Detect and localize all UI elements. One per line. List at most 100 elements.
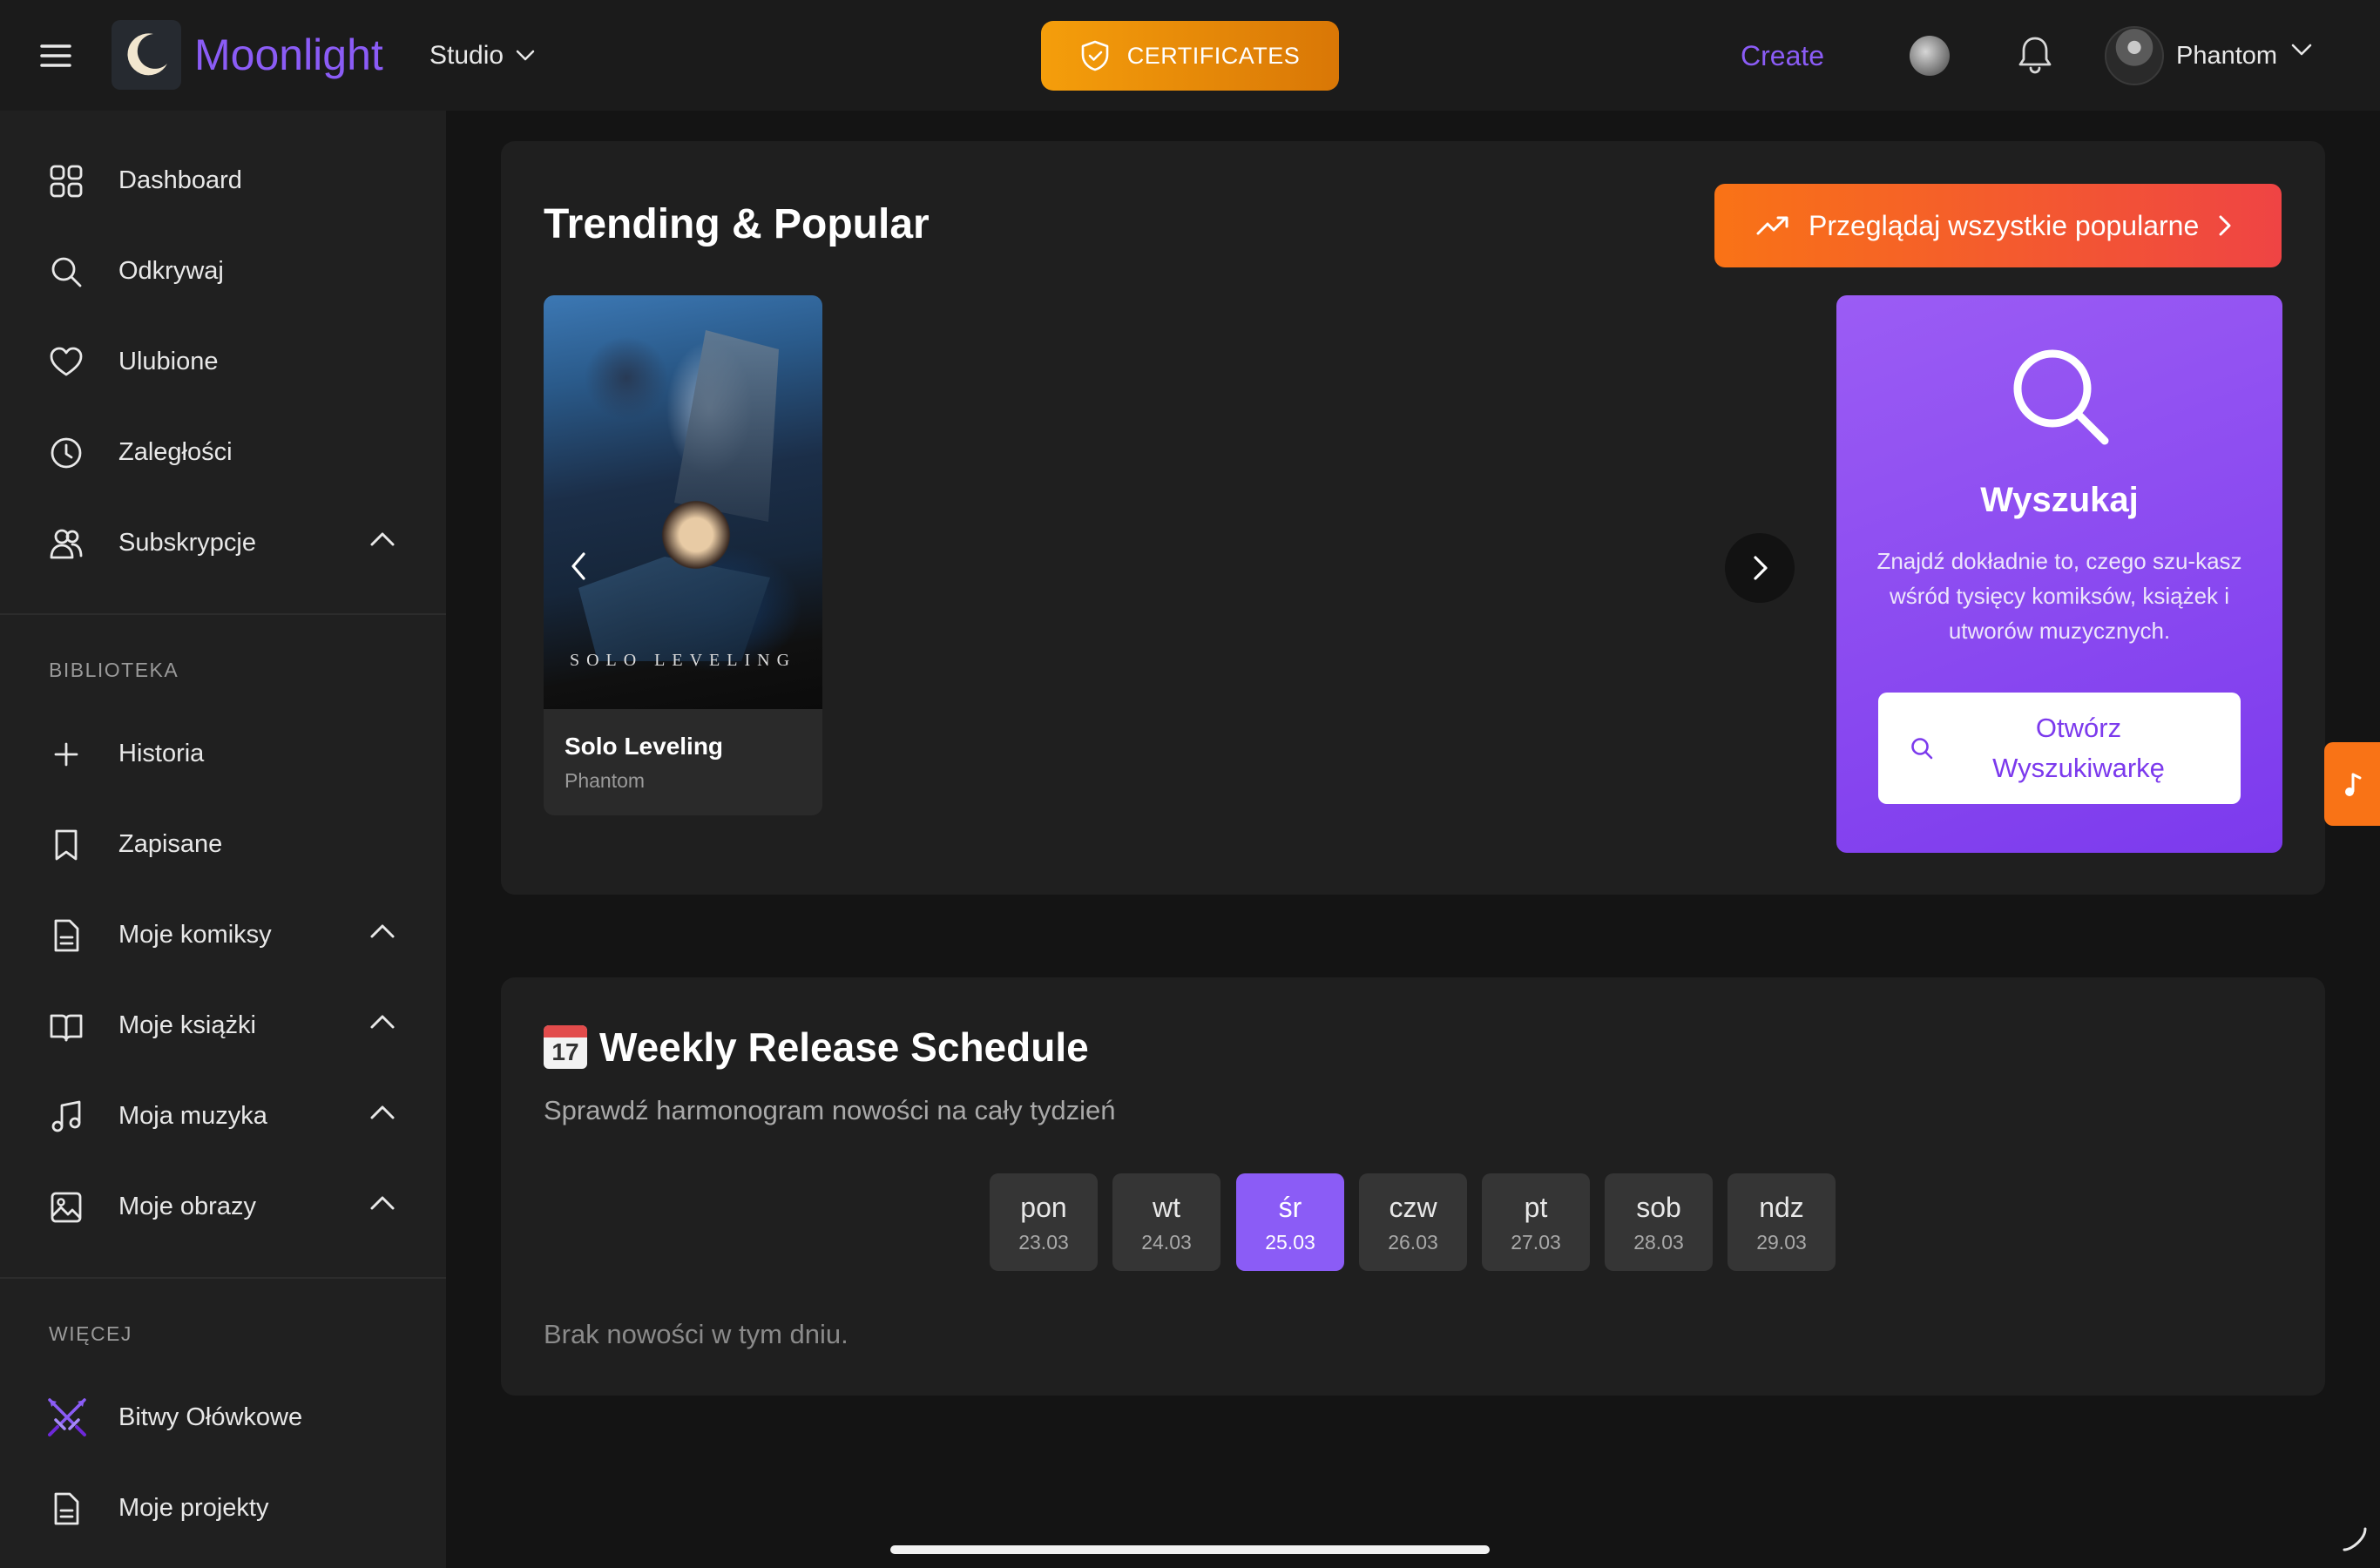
day-tab-sob[interactable]: sob 28.03 <box>1605 1173 1713 1271</box>
sidebar-item-ulubione[interactable]: Ulubione <box>0 322 446 401</box>
sidebar-item-zaleglosci[interactable]: Zaległości <box>0 413 446 491</box>
certificates-label: CERTIFICATES <box>1126 42 1301 69</box>
sidebar-item-odkrywaj[interactable]: Odkrywaj <box>0 232 446 310</box>
brand-name[interactable]: Moonlight <box>194 26 383 84</box>
theme-moon-icon[interactable] <box>1910 36 1950 76</box>
avatar[interactable] <box>2105 26 2164 85</box>
crossed-swords-icon <box>48 1398 86 1436</box>
search-icon <box>1911 738 1933 760</box>
certificates-button[interactable]: CERTIFICATES <box>1041 21 1339 91</box>
studio-dropdown[interactable]: Studio <box>429 37 535 75</box>
sidebar-item-label: Moje książki <box>118 1011 256 1039</box>
user-name[interactable]: Phantom <box>2176 38 2277 73</box>
open-search-button[interactable]: Otwórz Wyszukiwarkę <box>1878 693 2241 804</box>
heart-icon <box>50 347 83 376</box>
day-name: pon <box>1020 1192 1067 1223</box>
chevron-down-icon[interactable] <box>2291 44 2312 57</box>
sidebar-item-label: Dashboard <box>118 166 242 194</box>
browse-popular-button[interactable]: Przeglądaj wszystkie popularne <box>1714 184 2282 267</box>
sidebar-item-moje-komiksy[interactable]: Moje komiksy <box>0 896 446 974</box>
chevron-up-icon[interactable] <box>369 1104 396 1121</box>
music-player-tab[interactable] <box>2324 742 2380 826</box>
day-name: czw <box>1389 1192 1437 1223</box>
sidebar-item-moje-obrazy[interactable]: Moje obrazy <box>0 1167 446 1246</box>
cover-figure <box>657 496 735 574</box>
weekly-schedule-subtitle: Sprawdź harmonogram nowości na cały tydz… <box>544 1095 1116 1125</box>
moon-logo-icon[interactable] <box>112 20 181 90</box>
day-tab-sr[interactable]: śr 25.03 <box>1236 1173 1344 1271</box>
sidebar-item-moja-muzyka[interactable]: Moja muzyka <box>0 1077 446 1155</box>
weekly-schedule-title: 17 Weekly Release Schedule <box>544 1021 1089 1073</box>
cover-figure <box>674 330 779 522</box>
book-icon <box>50 1014 83 1042</box>
grid-icon <box>50 165 83 198</box>
cover-figure <box>578 557 770 661</box>
bell-icon[interactable] <box>2016 35 2054 75</box>
chevron-right-icon <box>2219 215 2231 236</box>
day-date: 25.03 <box>1265 1231 1315 1254</box>
day-date: 24.03 <box>1141 1231 1192 1254</box>
sidebar-item-label: Moje obrazy <box>118 1193 256 1220</box>
section-title-wiecej: WIĘCEJ <box>49 1322 132 1345</box>
chevron-up-icon[interactable] <box>369 923 396 940</box>
document-icon <box>54 919 79 952</box>
card-author: Phantom <box>565 769 646 792</box>
section-title-biblioteka: BIBLIOTEKA <box>49 659 179 681</box>
empty-day-message: Brak nowości w tym dniu. <box>544 1319 849 1349</box>
sidebar-item-historia[interactable]: Historia <box>0 714 446 793</box>
next-slide-button[interactable] <box>1725 533 1795 603</box>
phone-icon[interactable] <box>2342 1526 2368 1552</box>
sidebar-item-subskrypcje[interactable]: Subskrypcje <box>0 504 446 582</box>
image-icon <box>51 1192 82 1223</box>
calendar-icon: 17 <box>544 1025 587 1069</box>
search-icon <box>51 257 82 287</box>
music-icon <box>51 1100 81 1132</box>
day-date: 29.03 <box>1756 1231 1807 1254</box>
sidebar-item-label: Bitwy Ołówkowe <box>118 1403 303 1431</box>
day-date: 28.03 <box>1633 1231 1684 1254</box>
day-tab-pon[interactable]: pon 23.03 <box>990 1173 1098 1271</box>
home-indicator[interactable] <box>890 1545 1490 1554</box>
day-name: pt <box>1524 1192 1548 1223</box>
sidebar-item-label: Moje projekty <box>118 1494 269 1522</box>
cover-title-text: SOLO LEVELING <box>569 651 797 670</box>
sidebar-item-label: Odkrywaj <box>118 257 224 285</box>
chevron-up-icon[interactable] <box>369 1013 396 1031</box>
weekly-schedule-title-text: Weekly Release Schedule <box>599 1024 1089 1070</box>
sidebar-item-bitwy-olowkowe[interactable]: Bitwy Ołówkowe <box>0 1378 446 1456</box>
chevron-up-icon[interactable] <box>369 531 396 548</box>
calendar-icon-day: 17 <box>551 1038 579 1065</box>
day-tab-ndz[interactable]: ndz 29.03 <box>1728 1173 1836 1271</box>
day-tab-wt[interactable]: wt 24.03 <box>1112 1173 1220 1271</box>
document-icon <box>54 1492 79 1525</box>
sidebar-item-moje-projekty[interactable]: Moje projekty <box>0 1469 446 1547</box>
sidebar-item-moje-ksiazki[interactable]: Moje książki <box>0 986 446 1064</box>
day-name: wt <box>1153 1192 1180 1223</box>
shield-check-icon <box>1081 40 1109 71</box>
day-name: ndz <box>1759 1192 1804 1223</box>
chevron-up-icon[interactable] <box>369 1194 396 1212</box>
trending-up-icon <box>1756 216 1788 235</box>
search-promo-card: Wyszukaj Znajdź dokładnie to, czego szu-… <box>1836 295 2282 853</box>
divider <box>0 613 446 615</box>
sidebar-item-dashboard[interactable]: Dashboard <box>0 141 446 220</box>
browse-popular-label: Przeglądaj wszystkie popularne <box>1809 209 2200 241</box>
day-date: 27.03 <box>1511 1231 1561 1254</box>
day-tab-pt[interactable]: pt 27.03 <box>1482 1173 1590 1271</box>
sidebar-item-zapisane[interactable]: Zapisane <box>0 805 446 883</box>
sidebar-item-label: Zapisane <box>118 830 223 858</box>
users-icon <box>50 529 83 559</box>
day-date: 23.03 <box>1018 1231 1069 1254</box>
clock-icon <box>51 437 82 469</box>
create-link[interactable]: Create <box>1741 38 1824 73</box>
trending-title: Trending & Popular <box>544 201 930 247</box>
sidebar-item-label: Moja muzyka <box>118 1102 267 1130</box>
prev-slide-icon[interactable] <box>568 551 594 585</box>
sidebar-item-label: Subskrypcje <box>118 529 256 557</box>
hamburger-menu-icon[interactable] <box>38 38 73 73</box>
chevron-right-icon <box>1754 556 1768 580</box>
day-name: sob <box>1636 1192 1681 1223</box>
sidebar: Dashboard Odkrywaj Ulubione Zaległości S… <box>0 111 446 1568</box>
open-search-label: Otwórz Wyszukiwarkę <box>1992 713 2165 783</box>
day-tab-czw[interactable]: czw 26.03 <box>1359 1173 1467 1271</box>
